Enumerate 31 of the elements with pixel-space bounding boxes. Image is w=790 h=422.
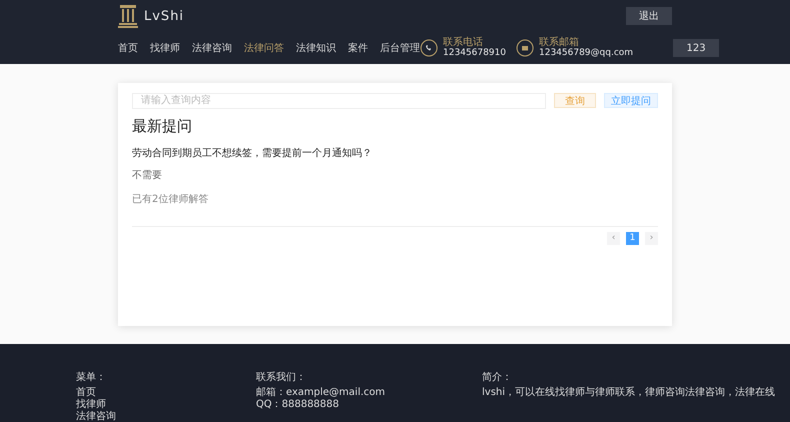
footer-heading: 联系我们：: [256, 372, 307, 384]
footer-link[interactable]: 首页: [76, 387, 256, 399]
nav-link[interactable]: 案件: [348, 41, 368, 55]
footer-heading: 菜单：: [76, 372, 107, 384]
user-button[interactable]: 123: [673, 39, 720, 57]
pillar-logo-icon: [118, 3, 138, 29]
contact-value: 123456789@qq.com: [539, 48, 634, 59]
question-title[interactable]: 劳动合同到期员工不想续签，需要提前一个月通知吗？: [132, 146, 658, 160]
nav-link[interactable]: 后台管理: [380, 41, 420, 55]
contact-label: 联系邮箱: [539, 37, 580, 48]
answer-count: 已有2位律师解答: [132, 192, 210, 206]
footer-contact: QQ：888888888: [256, 399, 340, 411]
footer-heading: 简介：: [482, 372, 513, 384]
logo-text: LvShi: [144, 8, 184, 24]
footer-intro: lvshi，可以在线找律师与律师联系，律师咨询法律咨询，法律在线: [482, 387, 776, 399]
phone-icon: [420, 39, 438, 57]
nav-link[interactable]: 法律知识: [296, 41, 336, 55]
footer-contact: 邮箱：example@mail.com: [256, 387, 386, 399]
nav-link[interactable]: 法律问答: [244, 41, 284, 55]
contact-label: 联系电话: [443, 37, 484, 48]
nav-link[interactable]: 首页: [118, 41, 138, 55]
contact-value: 12345678910: [443, 48, 506, 59]
logout-button[interactable]: 退出: [626, 7, 672, 25]
footer-link[interactable]: 找律师: [76, 399, 256, 411]
question-answer: 不需要: [132, 168, 163, 182]
nav-link[interactable]: 法律咨询: [192, 41, 232, 55]
search-field[interactable]: 请输入查询内容: [132, 92, 546, 108]
footer-link[interactable]: 法律咨询: [76, 411, 256, 422]
section-title: 最新提问: [132, 116, 193, 136]
nav-link[interactable]: 找律师: [150, 41, 180, 55]
mail-icon: [516, 39, 534, 57]
